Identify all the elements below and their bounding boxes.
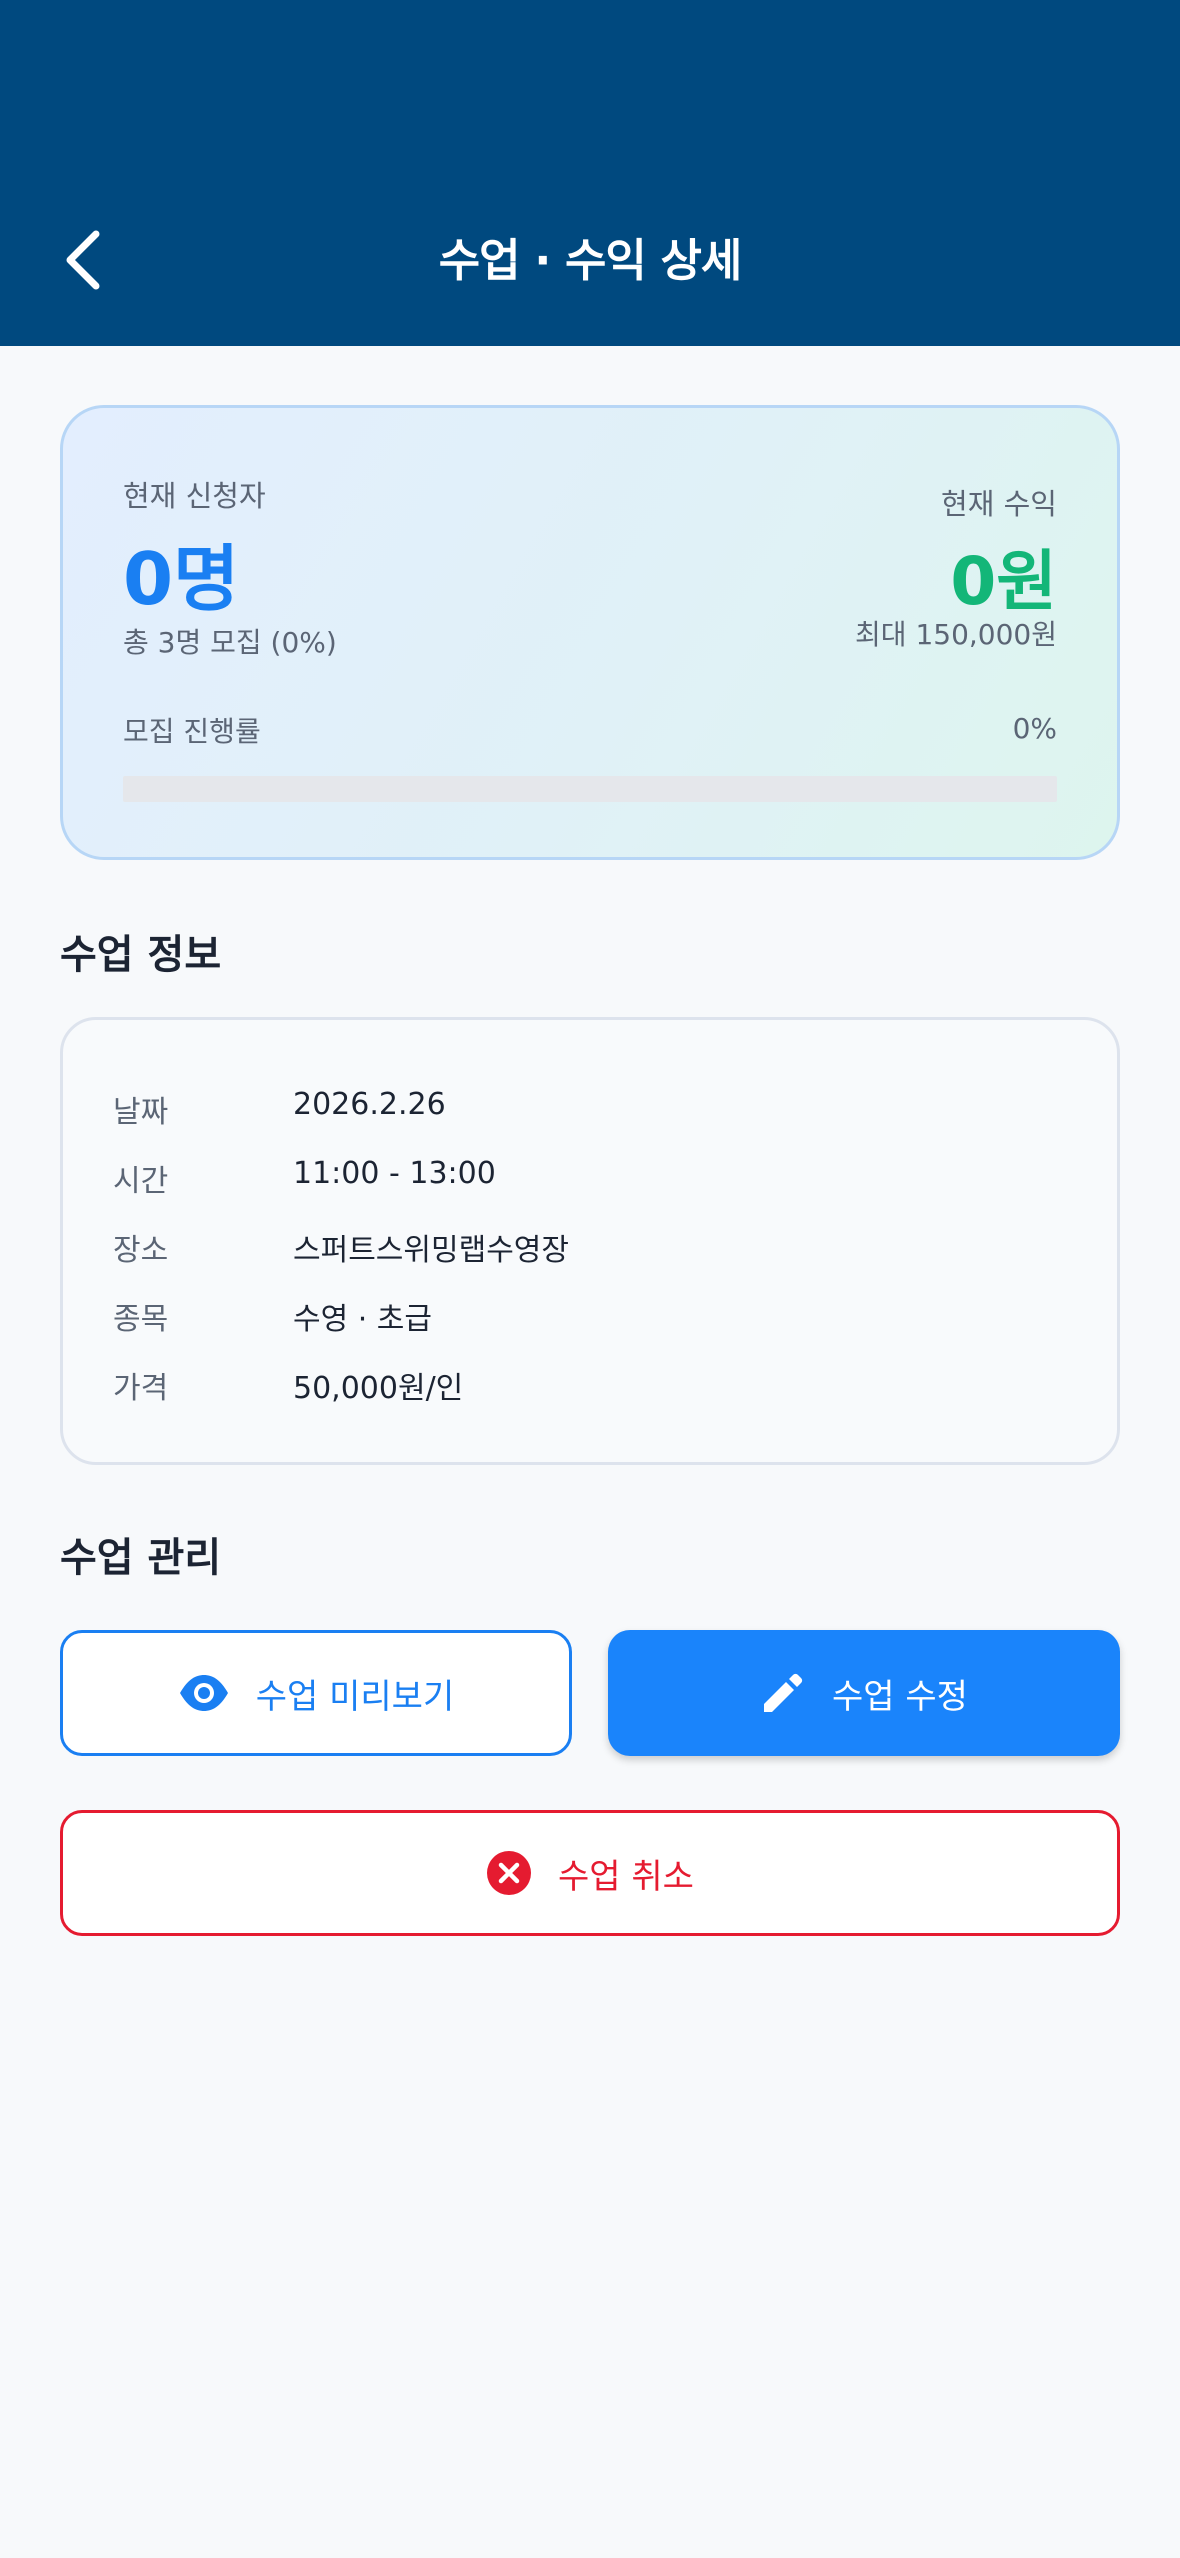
class-info-card: 날짜 2026.2.26 시간 11:00 - 13:00 장소 스퍼트스위밍랩… bbox=[60, 1017, 1120, 1465]
eye-icon bbox=[178, 1673, 230, 1713]
section-title-class-manage: 수업 관리 bbox=[60, 1535, 222, 1581]
app-header: 수업 · 수익 상세 bbox=[0, 0, 1180, 346]
applicants-count: 0명 bbox=[123, 537, 240, 621]
info-value: 스퍼트스위밍랩수영장 bbox=[293, 1233, 569, 1268]
info-key: 장소 bbox=[113, 1233, 169, 1268]
page-title: 수업 · 수익 상세 bbox=[438, 234, 743, 287]
info-value: 수영 · 초급 bbox=[293, 1302, 433, 1337]
info-key: 가격 bbox=[113, 1371, 169, 1406]
applicants-label: 현재 신청자 bbox=[123, 479, 266, 513]
info-value: 11:00 - 13:00 bbox=[293, 1156, 496, 1191]
section-title-class-info: 수업 정보 bbox=[60, 932, 222, 978]
info-key: 종목 bbox=[113, 1302, 169, 1337]
cancel-class-button[interactable]: 수업 취소 bbox=[60, 1810, 1120, 1936]
info-key: 날짜 bbox=[113, 1095, 169, 1130]
summary-card: 현재 신청자 0명 총 3명 모집 (0%) 현재 수익 0원 최대 150,0… bbox=[60, 405, 1120, 860]
revenue-label: 현재 수익 bbox=[941, 487, 1057, 521]
info-row-category: 종목 수영 · 초급 bbox=[113, 1294, 1073, 1344]
pencil-icon bbox=[760, 1670, 806, 1716]
progress-percent: 0% bbox=[1012, 712, 1057, 745]
revenue-max: 최대 150,000원 bbox=[855, 618, 1057, 651]
edit-class-button[interactable]: 수업 수정 bbox=[608, 1630, 1120, 1756]
cancel-class-label: 수업 취소 bbox=[558, 1856, 694, 1897]
info-row-place: 장소 스퍼트스위밍랩수영장 bbox=[113, 1225, 1073, 1275]
info-key: 시간 bbox=[113, 1164, 169, 1199]
info-value: 50,000원/인 bbox=[293, 1371, 464, 1406]
preview-class-button[interactable]: 수업 미리보기 bbox=[60, 1630, 572, 1756]
info-row-time: 시간 11:00 - 13:00 bbox=[113, 1156, 1073, 1206]
info-value: 2026.2.26 bbox=[293, 1087, 446, 1122]
edit-class-label: 수업 수정 bbox=[832, 1676, 968, 1717]
info-row-date: 날짜 2026.2.26 bbox=[113, 1087, 1073, 1137]
progress-bar bbox=[123, 776, 1057, 802]
info-row-price: 가격 50,000원/인 bbox=[113, 1363, 1073, 1413]
preview-class-label: 수업 미리보기 bbox=[255, 1676, 455, 1717]
progress-label: 모집 진행률 bbox=[123, 715, 261, 748]
revenue-amount: 0원 bbox=[950, 543, 1057, 620]
applicants-total: 총 3명 모집 (0%) bbox=[123, 626, 337, 659]
close-circle-icon bbox=[486, 1850, 532, 1896]
